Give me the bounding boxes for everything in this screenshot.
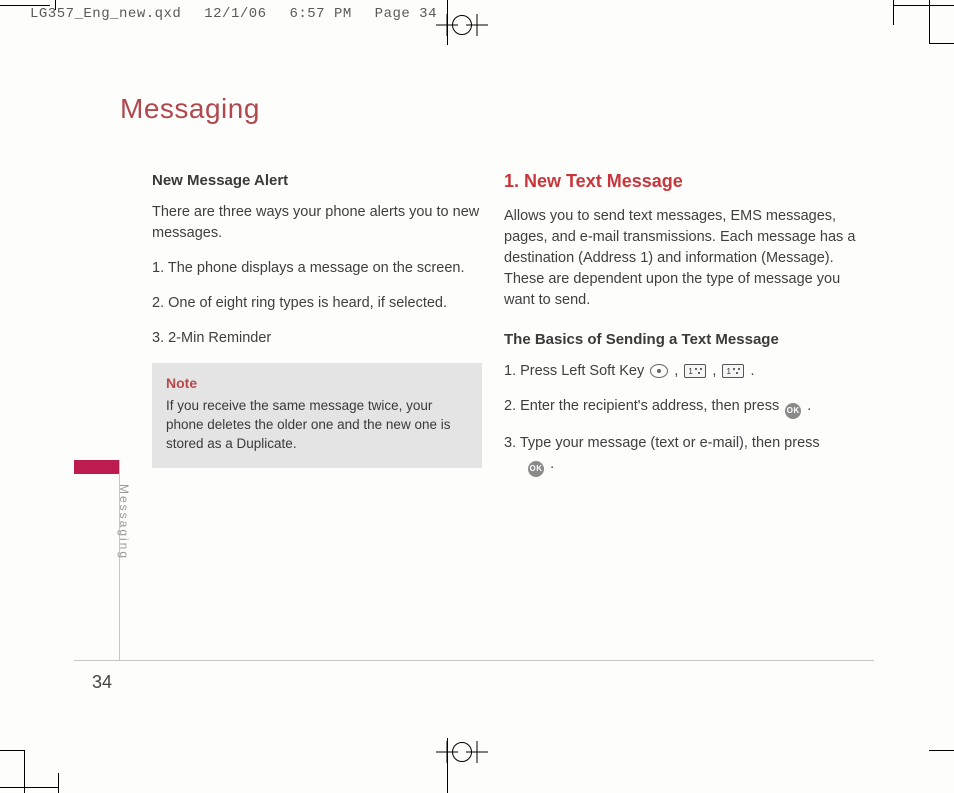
note-box: Note If you receive the same message twi… bbox=[152, 363, 482, 468]
registration-cross-icon bbox=[436, 741, 458, 763]
crop-mark bbox=[447, 738, 448, 793]
step3-text-a: 3. Type your message (text or e-mail), t… bbox=[504, 435, 820, 451]
basics-heading: The Basics of Sending a Text Message bbox=[504, 329, 864, 351]
ok-key-icon: OK bbox=[528, 461, 544, 477]
number-key-icon bbox=[722, 364, 744, 378]
crop-mark bbox=[894, 5, 954, 6]
crop-mark bbox=[58, 773, 59, 793]
side-accent-bar bbox=[74, 460, 119, 474]
step1-text-b: , bbox=[674, 363, 682, 379]
registration-ring-icon bbox=[452, 15, 472, 35]
registration-cross-icon bbox=[466, 741, 488, 763]
basics-step-1: 1. Press Left Soft Key , , . bbox=[504, 361, 864, 382]
note-body: If you receive the same message twice, y… bbox=[166, 397, 468, 454]
number-key-icon bbox=[684, 364, 706, 378]
left-intro: There are three ways your phone alerts y… bbox=[152, 202, 492, 244]
page-number: 34 bbox=[92, 672, 112, 693]
print-page: Page 34 bbox=[375, 6, 437, 22]
basics-step-3: 3. Type your message (text or e-mail), t… bbox=[504, 433, 864, 477]
step1-text-c: , bbox=[712, 363, 720, 379]
crop-mark bbox=[0, 787, 58, 788]
print-time: 6:57 PM bbox=[289, 6, 351, 22]
crop-mark bbox=[929, 43, 954, 44]
step1-text-a: 1. Press Left Soft Key bbox=[504, 363, 648, 379]
basics-step-2: 2. Enter the recipient's address, then p… bbox=[504, 396, 864, 419]
note-title: Note bbox=[166, 373, 468, 393]
registration-cross-icon bbox=[466, 14, 488, 36]
page-title: Messaging bbox=[120, 93, 260, 125]
step2-text-b: . bbox=[807, 398, 811, 414]
alert-item-1: 1. The phone displays a message on the s… bbox=[152, 258, 492, 279]
left-heading: New Message Alert bbox=[152, 170, 492, 192]
right-heading: 1. New Text Message bbox=[504, 168, 864, 194]
alert-item-2: 2. One of eight ring types is heard, if … bbox=[152, 293, 492, 314]
print-date: 12/1/06 bbox=[204, 6, 266, 22]
step2-text-a: 2. Enter the recipient's address, then p… bbox=[504, 398, 783, 414]
step3-text-b: . bbox=[550, 456, 554, 472]
alert-item-3: 3. 2-Min Reminder bbox=[152, 328, 492, 349]
crop-mark bbox=[893, 0, 894, 25]
crop-mark bbox=[24, 751, 25, 793]
print-file: LG357_Eng_new.qxd bbox=[30, 6, 181, 22]
print-metadata: LG357_Eng_new.qxd 12/1/06 6:57 PM Page 3… bbox=[30, 6, 451, 22]
crop-mark bbox=[929, 0, 930, 43]
soft-key-icon bbox=[650, 364, 668, 378]
ok-key-icon: OK bbox=[785, 403, 801, 419]
crop-mark bbox=[0, 750, 25, 751]
column-right: 1. New Text Message Allows you to send t… bbox=[504, 168, 864, 491]
footer-rule bbox=[74, 660, 874, 661]
registration-ring-icon bbox=[452, 742, 472, 762]
column-left: New Message Alert There are three ways y… bbox=[152, 170, 492, 468]
right-intro: Allows you to send text messages, EMS me… bbox=[504, 206, 864, 311]
step1-text-d: . bbox=[750, 363, 754, 379]
crop-mark bbox=[929, 750, 954, 751]
side-tab-label: Messaging bbox=[117, 484, 131, 560]
